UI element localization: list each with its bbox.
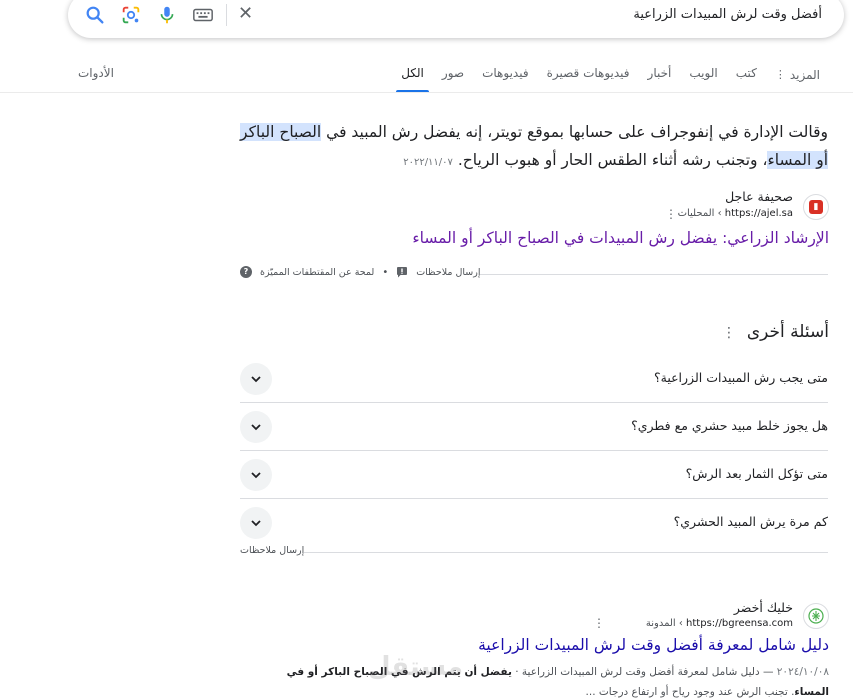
more-vert-icon[interactable]: ⋮ bbox=[593, 616, 605, 630]
paa-send-feedback-link[interactable]: إرسال ملاحظات bbox=[240, 545, 304, 556]
featured-feedback-row: ? لمحة عن المقتطفات المميّزة • إرسال ملا… bbox=[240, 266, 828, 282]
paa-item[interactable]: هل يجوز خلط مبيد حشري مع فطري؟ bbox=[240, 403, 828, 451]
result2-title[interactable]: دليل شامل لمعرفة أفضل وقت لرش المبيدات ا… bbox=[478, 636, 829, 654]
chevron-down-icon[interactable] bbox=[240, 411, 272, 443]
paa-question: متى يجب رش المبيدات الزراعية؟ bbox=[653, 370, 828, 385]
microphone-icon[interactable] bbox=[156, 4, 178, 26]
search-divider bbox=[226, 4, 227, 26]
chevron-down-icon[interactable] bbox=[240, 363, 272, 395]
paa-question: متى تؤكل الثمار بعد الرش؟ bbox=[685, 466, 828, 481]
search-input[interactable]: أفضل وقت لرش المبيدات الزراعية bbox=[633, 7, 822, 22]
more-vert-icon[interactable]: ⋮ bbox=[665, 207, 677, 221]
tab-more-label: المزيد bbox=[789, 68, 820, 82]
bgreen-favicon bbox=[803, 603, 829, 629]
result2-url-domain: https://bgreensa.com bbox=[686, 618, 793, 629]
paa-title: أسئلة أخرى bbox=[746, 322, 829, 342]
chevron-down-icon[interactable] bbox=[240, 507, 272, 539]
paa-list: متى يجب رش المبيدات الزراعية؟ هل يجوز خل… bbox=[240, 355, 828, 547]
snippet-date: ٢٠٢٢/١١/٠٧ bbox=[403, 157, 453, 168]
tab-more[interactable]: المزيد ⋮ bbox=[766, 64, 829, 86]
paa-question: كم مرة يرش المبيد الحشري؟ bbox=[673, 514, 828, 529]
tab-images[interactable]: صور bbox=[433, 64, 473, 86]
tab-books[interactable]: كتب bbox=[727, 64, 766, 86]
feedback-items: ? لمحة عن المقتطفات المميّزة • إرسال ملا… bbox=[240, 266, 480, 278]
tab-web[interactable]: الويب bbox=[680, 64, 726, 86]
feedback-flag-icon[interactable] bbox=[396, 266, 408, 278]
paa-feedback-row: إرسال ملاحظات bbox=[240, 545, 828, 559]
separator-dot: • bbox=[382, 266, 389, 278]
snippet-text-before: وقالت الإدارة في إنفوجراف على حسابها بمو… bbox=[321, 123, 828, 141]
tab-news[interactable]: أخبار bbox=[639, 64, 681, 86]
snippet-text-after: ، وتجنب رشه أثناء الطقس الحار أو هبوب ال… bbox=[457, 151, 768, 169]
paa-question: هل يجوز خلط مبيد حشري مع فطري؟ bbox=[631, 418, 828, 433]
bgreen-logo-icon bbox=[808, 608, 824, 624]
keyboard-icon[interactable] bbox=[192, 4, 214, 26]
result2-snippet-rest: . تجنب الرش عند وجود رياح أو ارتفاع درجا… bbox=[585, 686, 795, 698]
tab-all[interactable]: الكل bbox=[392, 64, 433, 93]
ajel-favicon: ▮ bbox=[803, 194, 829, 220]
search-tabs: الكل صور فيديوهات فيديوهات قصيرة أخبار ا… bbox=[392, 64, 829, 93]
google-lens-icon[interactable] bbox=[120, 4, 142, 26]
featured-result-title[interactable]: الإرشاد الزراعي: يفضل رش المبيدات في الص… bbox=[412, 229, 829, 247]
paa-item[interactable]: متى تؤكل الثمار بعد الرش؟ bbox=[240, 451, 828, 499]
more-vert-icon[interactable]: ⋮ bbox=[722, 325, 736, 341]
search-icon[interactable] bbox=[84, 4, 106, 26]
result2-url-path: › المدونة bbox=[645, 618, 683, 629]
paa-item[interactable]: متى يجب رش المبيدات الزراعية؟ bbox=[240, 355, 828, 403]
site-url-path: › المحليات bbox=[677, 208, 722, 219]
feedback-divider bbox=[480, 274, 828, 275]
help-icon[interactable]: ? bbox=[240, 266, 252, 278]
tabs-divider bbox=[0, 92, 853, 93]
result2-snippet: ٢٠٢٤/١٠/٠٨ — دليل شامل لمعرفة أفضل وقت ل… bbox=[259, 662, 829, 700]
clear-icon[interactable]: ✕ bbox=[238, 5, 253, 23]
paa-feedback-divider bbox=[304, 552, 828, 553]
send-feedback-link[interactable]: إرسال ملاحظات bbox=[416, 267, 480, 278]
site-url: https://ajel.sa › المحليات bbox=[678, 208, 793, 219]
site-name: صحيفة عاجل bbox=[725, 189, 793, 204]
tab-short-videos[interactable]: فيديوهات قصيرة bbox=[538, 64, 639, 86]
featured-snippet-text: وقالت الإدارة في إنفوجراف على حسابها بمو… bbox=[240, 118, 828, 177]
watermark-logo: مستقل bbox=[368, 652, 464, 682]
tools-button[interactable]: الأدوات bbox=[78, 64, 114, 82]
about-snippets-link[interactable]: لمحة عن المقتطفات المميّزة bbox=[260, 267, 374, 278]
tab-videos[interactable]: فيديوهات bbox=[473, 64, 537, 86]
paa-item[interactable]: كم مرة يرش المبيد الحشري؟ bbox=[240, 499, 828, 547]
site-url-domain: https://ajel.sa bbox=[724, 208, 793, 219]
result2-source[interactable]: خليك أخضر https://bgreensa.com › المدونة… bbox=[269, 600, 829, 632]
chevron-down-icon[interactable] bbox=[240, 459, 272, 491]
result2-site-url: https://bgreensa.com › المدونة bbox=[646, 618, 793, 629]
result2-snippet-plain: — دليل شامل لمعرفة أفضل وقت لرش المبيدات… bbox=[511, 666, 777, 678]
featured-source[interactable]: ▮ صحيفة عاجل https://ajel.sa › المحليات … bbox=[269, 189, 829, 229]
more-vert-icon: ⋮ bbox=[774, 68, 786, 81]
result2-date: ٢٠٢٤/١٠/٠٨ bbox=[776, 666, 829, 678]
ajel-logo-icon: ▮ bbox=[809, 200, 823, 214]
result2-site-name: خليك أخضر bbox=[733, 600, 793, 615]
search-bar[interactable]: أفضل وقت لرش المبيدات الزراعية ✕ bbox=[68, 0, 844, 38]
